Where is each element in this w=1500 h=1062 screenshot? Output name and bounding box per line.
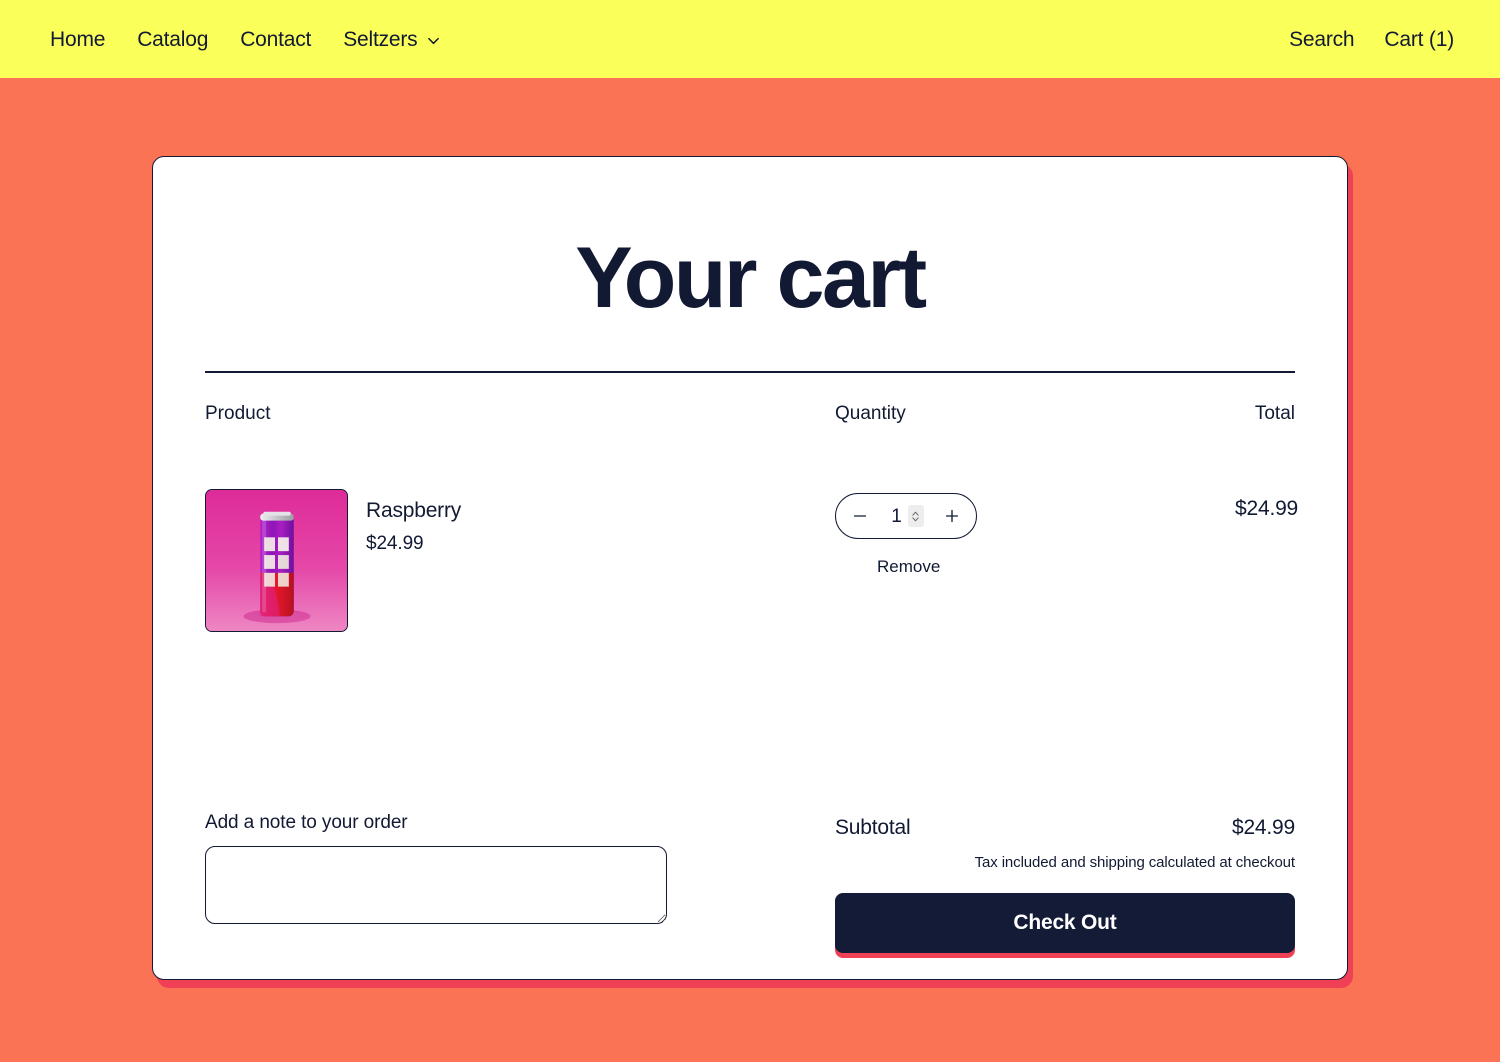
order-note-label: Add a note to your order xyxy=(205,812,408,834)
minus-icon xyxy=(851,507,869,525)
column-header-quantity: Quantity xyxy=(835,403,906,425)
number-spinner-icon[interactable] xyxy=(907,505,924,528)
column-header-product: Product xyxy=(205,403,271,425)
cart-item-details: Raspberry $24.99 xyxy=(366,489,461,554)
product-thumbnail[interactable] xyxy=(205,489,348,633)
cart-footer: Add a note to your order Subtotal $24.99… xyxy=(205,812,1296,954)
column-header-total: Total xyxy=(1254,403,1295,425)
quantity-increase-button[interactable] xyxy=(942,506,962,526)
subtotal-value: $24.99 xyxy=(1231,816,1295,840)
order-totals-block: Subtotal $24.99 Tax included and shippin… xyxy=(835,812,1296,954)
quantity-stepper[interactable]: 1 xyxy=(835,493,977,540)
cart-item-quantity: 1 Remove xyxy=(835,489,1235,577)
subtotal-row: Subtotal $24.99 xyxy=(835,816,1295,840)
product-unit-price: $24.99 xyxy=(366,532,424,554)
quantity-decrease-button[interactable] xyxy=(850,506,870,526)
cart-link[interactable]: Cart (1) xyxy=(1382,23,1456,56)
remove-item-link[interactable]: Remove xyxy=(877,557,940,577)
cart-page: Your cart Product Quantity Total Raspber… xyxy=(0,156,1500,980)
nav-link-home[interactable]: Home xyxy=(48,23,107,56)
page-title: Your cart xyxy=(575,230,927,326)
chevron-down-icon xyxy=(426,33,441,48)
order-note-block: Add a note to your order xyxy=(205,812,835,929)
site-header: Home Catalog Contact Seltzers Search Car… xyxy=(0,0,1500,78)
search-link[interactable]: Search xyxy=(1287,23,1356,56)
subtotal-label: Subtotal xyxy=(835,816,911,840)
cart-item-line-total: $24.99 xyxy=(1235,497,1299,521)
nav-link-contact[interactable]: Contact xyxy=(238,23,313,56)
quantity-value[interactable]: 1 xyxy=(889,507,905,526)
checkout-button[interactable]: Check Out xyxy=(835,893,1295,954)
cart-item-product: Raspberry $24.99 xyxy=(205,489,835,633)
primary-navigation: Home Catalog Contact Seltzers xyxy=(48,23,443,56)
header-divider xyxy=(205,371,1295,374)
nav-dropdown-seltzers[interactable]: Seltzers xyxy=(341,23,443,56)
order-note-input[interactable] xyxy=(205,846,667,925)
nav-dropdown-label: Seltzers xyxy=(343,27,418,51)
tax-shipping-note: Tax included and shipping calculated at … xyxy=(974,854,1296,872)
utility-navigation: Search Cart (1) xyxy=(1287,23,1456,56)
cart-card: Your cart Product Quantity Total Raspber… xyxy=(152,156,1348,980)
cart-table-header: Product Quantity Total xyxy=(205,403,1295,425)
cart-content: Product Quantity Total Raspberry $24.99 … xyxy=(153,371,1347,954)
table-row: Raspberry $24.99 1 Remove $24.99 xyxy=(205,489,1299,633)
product-name-link[interactable]: Raspberry xyxy=(366,497,461,524)
nav-link-catalog[interactable]: Catalog xyxy=(135,23,210,56)
cart-card-container: Your cart Product Quantity Total Raspber… xyxy=(152,156,1348,980)
quantity-input-group[interactable]: 1 xyxy=(889,505,924,528)
plus-icon xyxy=(943,507,961,525)
